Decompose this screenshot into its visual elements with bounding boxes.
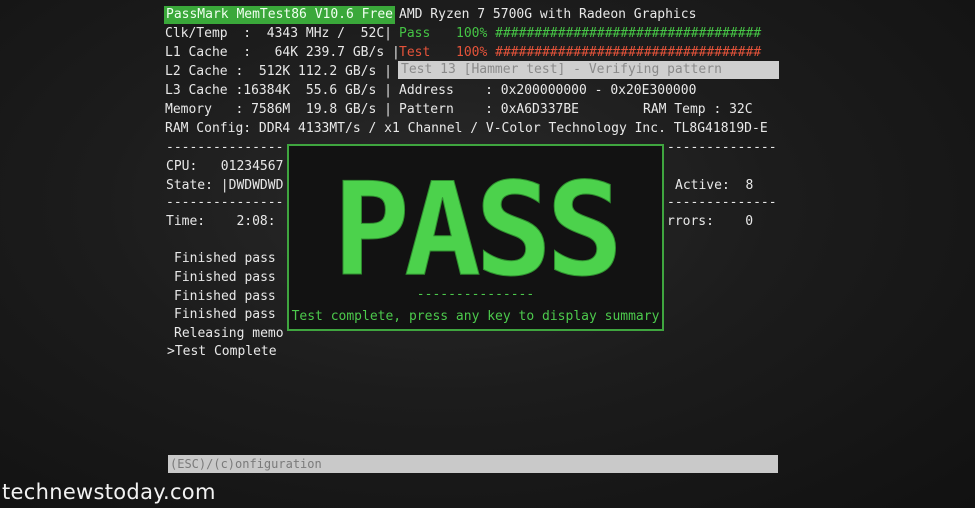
l1-cache-info: L1 Cache : 64K 239.7 GB/s |: [165, 45, 400, 60]
cpu-status: CPU: 01234567: [166, 159, 284, 174]
ram-temp: RAM Temp : 32C: [643, 102, 753, 117]
error-count: rrors: 0: [667, 214, 754, 229]
memory-info: Memory : 7586M 19.8 GB/s |: [165, 102, 392, 117]
log-line: Finished pass: [174, 270, 276, 285]
log-line: Finished pass: [174, 307, 276, 322]
l3-cache-info: L3 Cache :16384K 55.6 GB/s |: [165, 83, 392, 98]
watermark: technewstoday.com: [2, 480, 216, 504]
cpu-name: AMD Ryzen 7 5700G with Radeon Graphics: [399, 7, 697, 22]
footer-hint: (ESC)/(c)onfiguration: [170, 457, 322, 471]
elapsed-time: Time: 2:08:: [166, 214, 276, 229]
footer-hint-bar[interactable]: (ESC)/(c)onfiguration: [168, 455, 778, 473]
pass-divider: ---------------: [416, 287, 535, 302]
separator-left-1: ---------------: [166, 140, 284, 155]
test-progress: 100% ##################################: [456, 45, 762, 60]
log-line: Releasing memo: [174, 326, 284, 341]
separator-right-2: --------------: [667, 195, 777, 210]
log-line: Finished pass: [174, 251, 276, 266]
pass-big-text: PASS: [333, 156, 617, 305]
pass-label: Pass: [399, 26, 431, 41]
log-line: Finished pass: [174, 289, 276, 304]
separator-right-1: --------------: [667, 140, 777, 155]
l2-cache-info: L2 Cache : 512K 112.2 GB/s |: [165, 64, 392, 79]
ram-config-info: RAM Config: DDR4 4133MT/s / x1 Channel /…: [165, 121, 768, 136]
pass-progress: 100% ##################################: [456, 26, 762, 41]
app-title: PassMark MemTest86 V10.6 Free: [164, 6, 395, 24]
clock-temp-info: Clk/Temp : 4343 MHz / 52C|: [165, 26, 392, 41]
address-range: Address : 0x200000000 - 0x20E300000: [399, 83, 697, 98]
test-label: Test: [399, 45, 431, 60]
pattern-value: Pattern : 0xA6D337BE: [399, 102, 580, 117]
pass-dialog[interactable]: PASS --------------- Test complete, pres…: [287, 144, 664, 331]
pass-message: Test complete, press any key to display …: [291, 309, 660, 324]
log-line: >Test Complete: [167, 344, 277, 359]
current-test-bar: Test 13 [Hammer test] - Verifying patter…: [398, 61, 779, 79]
state-status: State: |DWDWDWD: [166, 178, 284, 193]
active-count: Active: 8: [675, 178, 754, 193]
separator-left-2: ---------------: [166, 195, 284, 210]
